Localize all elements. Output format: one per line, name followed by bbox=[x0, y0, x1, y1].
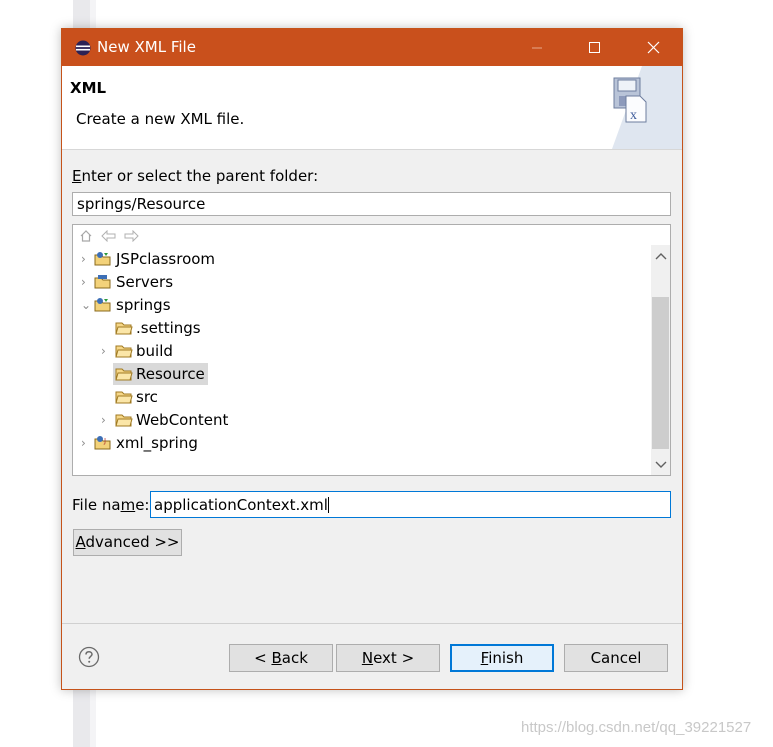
folder-icon bbox=[115, 322, 133, 335]
svg-text:J: J bbox=[103, 437, 106, 445]
tree-item-label: src bbox=[136, 388, 158, 406]
folder-icon bbox=[115, 414, 133, 427]
maximize-button[interactable] bbox=[565, 29, 623, 66]
folder-icon bbox=[115, 368, 133, 381]
tree-item-label: build bbox=[136, 342, 173, 360]
cancel-button[interactable]: Cancel bbox=[564, 644, 668, 672]
wizard-description: Create a new XML file. bbox=[76, 110, 245, 128]
folder-icon bbox=[94, 275, 111, 289]
minimize-icon bbox=[532, 47, 542, 49]
svg-text:x: x bbox=[630, 108, 637, 123]
back-button[interactable]: < Back bbox=[229, 644, 333, 672]
tree-item-settings[interactable]: .settings bbox=[101, 317, 641, 339]
tree-scrollbar[interactable] bbox=[651, 245, 670, 475]
folder-icon bbox=[115, 345, 133, 358]
parent-folder-label: Enter or select the parent folder: bbox=[72, 167, 319, 185]
project-icon bbox=[94, 252, 111, 266]
tree-item-xml-spring[interactable]: › J xml_spring bbox=[81, 432, 641, 454]
expand-chevron-icon[interactable]: › bbox=[81, 248, 93, 270]
advanced-button[interactable]: Advanced >> bbox=[73, 529, 182, 556]
watermark-text: https://blog.csdn.net/qq_39221527 bbox=[521, 719, 752, 736]
expand-chevron-icon[interactable]: › bbox=[101, 409, 113, 431]
minimize-button[interactable] bbox=[508, 29, 566, 66]
tree-item-label: WebContent bbox=[136, 411, 229, 429]
tree-item-label: Servers bbox=[116, 273, 174, 291]
file-name-label: File name: bbox=[72, 496, 150, 514]
file-name-input[interactable]: applicationContext.xml bbox=[150, 491, 671, 518]
window-title: New XML File bbox=[97, 38, 196, 56]
expand-chevron-icon[interactable]: › bbox=[81, 432, 93, 454]
folder-tree[interactable]: › JSPclassroom › Servers ⌄ springs .sett… bbox=[72, 224, 671, 476]
xml-file-wizard-icon: x bbox=[612, 66, 682, 149]
tree-item-build[interactable]: › build bbox=[101, 340, 641, 362]
wizard-header: XML Create a new XML file. x bbox=[62, 66, 682, 150]
tree-item-servers[interactable]: › Servers bbox=[81, 271, 641, 293]
back-arrow-icon[interactable] bbox=[101, 230, 117, 242]
project-icon bbox=[94, 298, 111, 312]
parent-folder-input[interactable] bbox=[72, 192, 671, 216]
title-bar[interactable]: New XML File bbox=[62, 29, 682, 66]
eclipse-icon bbox=[75, 40, 91, 56]
scroll-thumb[interactable] bbox=[652, 297, 669, 449]
finish-button[interactable]: Finish bbox=[450, 644, 554, 672]
expand-chevron-icon[interactable]: › bbox=[81, 271, 93, 293]
next-button[interactable]: Next > bbox=[336, 644, 440, 672]
tree-item-webcontent[interactable]: › WebContent bbox=[101, 409, 641, 431]
scroll-up-icon[interactable] bbox=[654, 250, 668, 264]
tree-item-resource[interactable]: Resource bbox=[101, 363, 641, 385]
button-bar-separator bbox=[62, 623, 682, 624]
home-icon[interactable] bbox=[79, 229, 93, 243]
text-caret bbox=[327, 497, 329, 513]
tree-item-springs[interactable]: ⌄ springs bbox=[81, 294, 641, 316]
wizard-title: XML bbox=[70, 79, 107, 97]
folder-icon bbox=[115, 391, 133, 404]
tree-item-label: springs bbox=[116, 296, 171, 314]
new-xml-file-dialog: New XML File XML Create a new XML file. … bbox=[61, 28, 683, 690]
tree-item-label: JSPclassroom bbox=[116, 250, 216, 268]
tree-item-src[interactable]: src bbox=[101, 386, 641, 408]
expand-chevron-icon[interactable]: › bbox=[101, 340, 113, 362]
java-project-icon: J bbox=[94, 436, 111, 450]
collapse-chevron-icon[interactable]: ⌄ bbox=[81, 294, 93, 316]
tree-item-jspclassroom[interactable]: › JSPclassroom bbox=[81, 248, 641, 270]
maximize-icon bbox=[589, 42, 600, 53]
help-icon[interactable] bbox=[78, 646, 100, 668]
scroll-down-icon[interactable] bbox=[654, 457, 668, 471]
tree-item-label: Resource bbox=[136, 365, 205, 383]
close-button[interactable] bbox=[624, 29, 682, 66]
tree-item-label: .settings bbox=[136, 319, 201, 337]
close-icon bbox=[647, 41, 660, 54]
forward-arrow-icon[interactable] bbox=[123, 230, 139, 242]
tree-item-label: xml_spring bbox=[116, 434, 198, 452]
